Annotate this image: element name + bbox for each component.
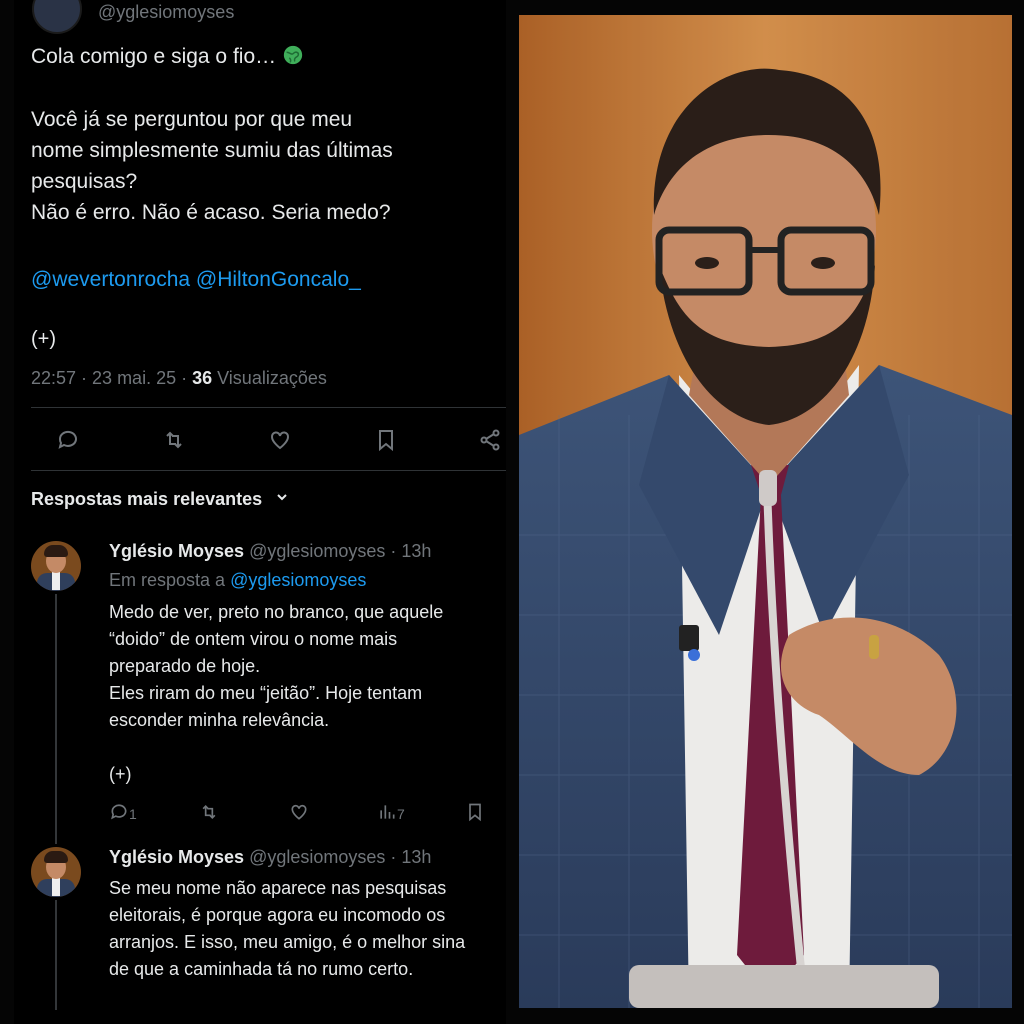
- timestamp[interactable]: 22:57 · 23 mai. 25 ·: [31, 368, 192, 388]
- portrait-illustration: [519, 15, 1012, 1008]
- thread-line: [55, 900, 57, 1010]
- reply-line: esconder minha relevância.: [109, 710, 330, 730]
- divider: [31, 407, 506, 408]
- author-name[interactable]: Yglésio Moyses: [109, 541, 244, 561]
- tweet-line: nome simplesmente sumiu das últimas: [31, 139, 393, 162]
- share-icon[interactable]: [476, 426, 504, 454]
- views-button[interactable]: 7: [377, 802, 405, 825]
- reply-header: Yglésio Moyses @yglesiomoyses · 13h: [109, 541, 431, 562]
- like-icon[interactable]: [289, 802, 309, 822]
- reply-count: 1: [129, 805, 137, 822]
- tweet-mentions: @wevertonrocha @HiltonGoncalo_: [31, 264, 361, 295]
- author-name[interactable]: Yglésio Moyses: [109, 847, 244, 867]
- comment-icon: [109, 802, 129, 825]
- bookmark-icon[interactable]: [465, 802, 485, 822]
- tweet-line: Você já se perguntou por que meu: [31, 108, 353, 131]
- divider: [31, 470, 506, 471]
- author-handle[interactable]: @yglesiomoyses · 13h: [249, 541, 431, 561]
- reply-line: Medo de ver, preto no branco, que aquele: [109, 602, 444, 622]
- tweet-line: pesquisas?: [31, 170, 138, 193]
- reply-line: Eles riram do meu “jeitão”. Hoje tentam: [109, 683, 423, 703]
- mention-link[interactable]: @HiltonGoncalo_: [196, 268, 361, 291]
- mention-link[interactable]: @yglesiomoyses: [230, 570, 366, 590]
- show-more-link[interactable]: (+): [109, 764, 132, 785]
- tweet-line: Não é erro. Não é acaso. Seria medo?: [31, 201, 391, 224]
- like-icon[interactable]: [266, 426, 294, 454]
- chevron-down-icon: [275, 488, 289, 502]
- reply-action-bar: 1 7: [109, 802, 506, 826]
- thread-line: [55, 594, 57, 844]
- show-more-link[interactable]: (+): [31, 328, 56, 351]
- tweet-meta: 22:57 · 23 mai. 25 · 36 Visualizações: [31, 368, 327, 389]
- author-handle[interactable]: @yglesiomoyses: [98, 2, 234, 23]
- avatar[interactable]: [31, 847, 81, 897]
- bookmark-icon[interactable]: [372, 426, 400, 454]
- tweet-line: Cola comigo e siga o fio…: [31, 41, 304, 72]
- reply-to-label: Em resposta a @yglesiomoyses: [109, 570, 366, 591]
- image-frame: @yglesiomoyses Cola comigo e siga o fio……: [0, 0, 1024, 1024]
- retweet-icon[interactable]: [160, 426, 188, 454]
- comment-button[interactable]: 1: [109, 802, 137, 825]
- filter-label: Respostas mais relevantes: [31, 489, 263, 509]
- avatar[interactable]: [32, 0, 82, 34]
- reply-line: preparado de hoje.: [109, 656, 261, 676]
- globe-icon: [282, 44, 304, 66]
- tweet-action-bar: [14, 420, 506, 460]
- reply-line: de que a caminhada tá no rumo certo.: [109, 959, 414, 979]
- views-count: 36: [192, 368, 213, 388]
- reply-header: Yglésio Moyses @yglesiomoyses · 13h: [109, 847, 431, 868]
- mention-link[interactable]: @wevertonrocha: [31, 268, 190, 291]
- views-label: Visualizações: [212, 368, 327, 388]
- avatar[interactable]: [31, 541, 81, 591]
- views-count: 7: [397, 805, 405, 822]
- tweet-line-text: Cola comigo e siga o fio…: [31, 45, 277, 68]
- comment-icon[interactable]: [54, 426, 82, 454]
- portrait-photo: [519, 15, 1012, 1008]
- author-handle[interactable]: @yglesiomoyses · 13h: [249, 847, 431, 867]
- reply-line: Se meu nome não aparece nas pesquisas: [109, 878, 447, 898]
- tweet-screenshot: @yglesiomoyses Cola comigo e siga o fio……: [14, 0, 506, 1024]
- reply-line: “doido” de ontem virou o nome mais: [109, 629, 398, 649]
- replies-filter-dropdown[interactable]: Respostas mais relevantes: [31, 488, 289, 510]
- reply-line: eleitorais, é porque agora eu incomodo o…: [109, 905, 446, 925]
- views-chart-icon: [377, 802, 397, 825]
- retweet-icon[interactable]: [199, 802, 219, 822]
- share-icon[interactable]: [505, 802, 506, 822]
- reply-to-prefix: Em resposta a: [109, 570, 231, 590]
- reply-line: arranjos. E isso, meu amigo, é o melhor …: [109, 932, 466, 952]
